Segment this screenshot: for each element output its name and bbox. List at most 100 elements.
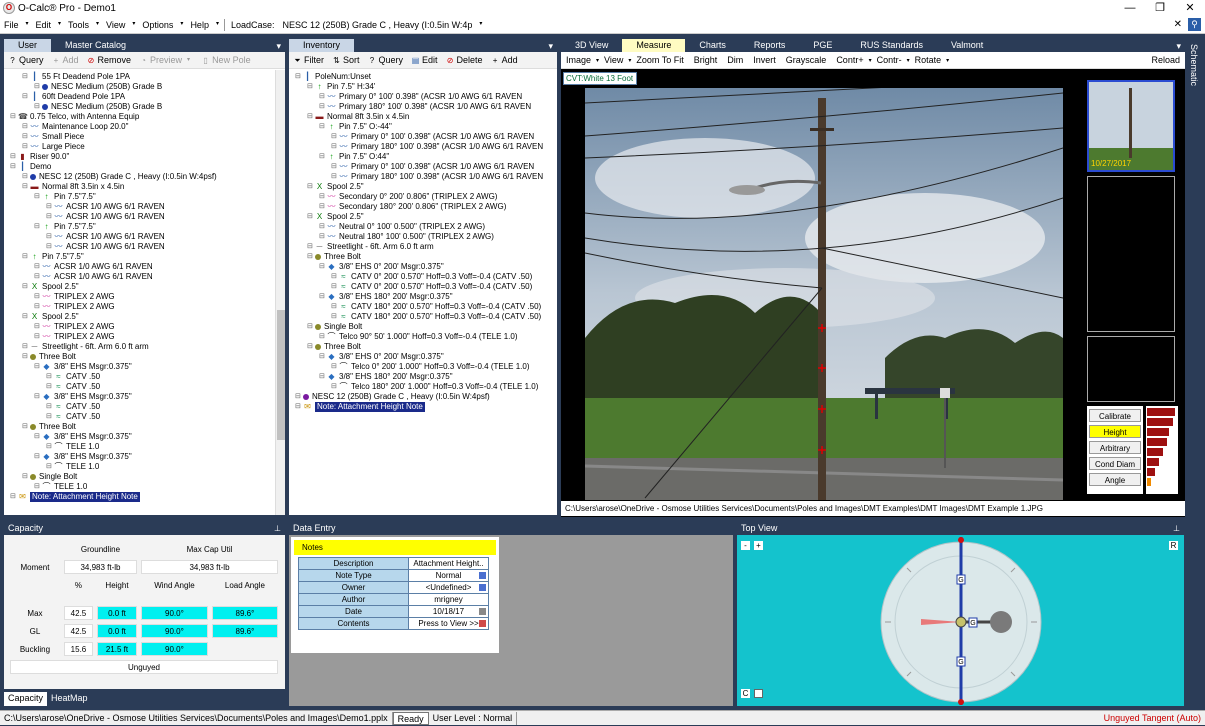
tree-node[interactable]: ⊟ ▬ Normal 8ft 3.5in x 4.5in — [4, 182, 274, 192]
collapse-toggle-icon[interactable]: ⊟ — [307, 212, 315, 222]
tree-node[interactable]: ⊟ ◆ 3/8" EHS Msgr:0.375" — [4, 452, 274, 462]
collapse-toggle-icon[interactable]: ⊟ — [10, 162, 18, 172]
collapse-toggle-icon[interactable]: ⊟ — [295, 392, 303, 402]
tree-node[interactable]: ⊟ 〰 TRIPLEX 2 AWG — [4, 332, 274, 342]
menu-view[interactable]: View — [102, 20, 129, 30]
maximize-button[interactable]: ❐ — [1145, 0, 1175, 16]
collapse-toggle-icon[interactable]: ⊟ — [34, 432, 42, 442]
tree-node[interactable]: ⊟ ▬ Normal 8ft 3.5in x 4.5in — [289, 112, 557, 122]
collapse-toggle-icon[interactable]: ⊟ — [22, 472, 30, 482]
collapse-toggle-icon[interactable]: ⊟ — [34, 482, 42, 492]
collapse-toggle-icon[interactable]: ⊟ — [319, 262, 327, 272]
collapse-toggle-icon[interactable]: ⊟ — [22, 252, 30, 262]
tree-node[interactable]: ⊟ 〰 ACSR 1/0 AWG 6/1 RAVEN — [4, 272, 274, 282]
tree-node[interactable]: ⊟ ◆ 3/8" EHS Msgr:0.375" — [4, 392, 274, 402]
collapse-toggle-icon[interactable]: ⊟ — [307, 112, 315, 122]
tree-node[interactable]: ⊟ ⌒ TELE 1.0 — [4, 462, 274, 472]
collapse-toggle-icon[interactable]: ⊟ — [331, 162, 339, 172]
c-button[interactable]: C — [741, 689, 750, 698]
tree-node[interactable]: ⊟ ≈ CATV .50 — [4, 412, 274, 422]
collapse-toggle-icon[interactable]: ⊟ — [34, 82, 42, 92]
tree-node[interactable]: ⊟ ≈ CATV .50 — [4, 372, 274, 382]
tree-node[interactable]: ⊟ ◆ 3/8" EHS 180° 200' Msgr:0.375" — [289, 372, 557, 382]
collapse-toggle-icon[interactable]: ⊟ — [22, 312, 30, 322]
collapse-toggle-icon[interactable]: ⊟ — [22, 122, 30, 132]
tree-node[interactable]: ⊟ 〰 Primary 0° 100' 0.398" (ACSR 1/0 AWG 6… — [289, 92, 557, 102]
tree-node[interactable]: ⊟ 〰 ACSR 1/0 AWG 6/1 RAVEN — [4, 262, 274, 272]
dropdown-icon[interactable] — [479, 572, 486, 579]
tree-node[interactable]: ⊟ NESC Medium (250B) Grade B — [4, 82, 274, 92]
dim-button[interactable]: Dim — [722, 55, 748, 65]
delete-button[interactable]: ⊘ Delete — [442, 55, 487, 65]
collapse-toggle-icon[interactable]: ⊟ — [34, 192, 42, 202]
collapse-toggle-icon[interactable]: ⊟ — [331, 362, 339, 372]
collapse-toggle-icon[interactable]: ⊟ — [331, 132, 339, 142]
tree-node[interactable]: ⊟ 〰 ACSR 1/0 AWG 6/1 RAVEN — [4, 212, 274, 222]
tree-node[interactable]: ⊟ ✉ Note: Attachment Height Note — [4, 492, 274, 502]
height-button[interactable]: Height — [1089, 425, 1141, 438]
tree-node[interactable]: ⊟ 〰 Neutral 180° 100' 0.500" (TRIPLEX 2 AW… — [289, 232, 557, 242]
tree-node[interactable]: ⊟ Single Bolt — [4, 472, 274, 482]
tree-node[interactable]: ⊟ 〰 TRIPLEX 2 AWG — [4, 292, 274, 302]
dropdown-icon[interactable] — [479, 584, 486, 591]
collapse-toggle-icon[interactable]: ⊟ — [22, 282, 30, 292]
tab-3d-view[interactable]: 3D View — [561, 39, 622, 52]
collapse-toggle-icon[interactable]: ⊟ — [34, 292, 42, 302]
collapse-toggle-icon[interactable]: ⊟ — [22, 132, 30, 142]
tree-node[interactable]: ⊟ 〰 ACSR 1/0 AWG 6/1 RAVEN — [4, 232, 274, 242]
collapse-toggle-icon[interactable]: ⊟ — [307, 182, 315, 192]
inventory-add-button[interactable]: + Add — [487, 55, 522, 65]
menu-edit[interactable]: Edit — [32, 20, 56, 30]
tab-master-catalog[interactable]: Master Catalog — [51, 39, 140, 52]
collapse-toggle-icon[interactable]: ⊟ — [295, 72, 303, 82]
tree-node[interactable]: ⊟ ↑ Pin 7.5" H:34' — [289, 82, 557, 92]
collapse-toggle-icon[interactable]: ⊟ — [307, 252, 315, 262]
schematic-side-tab[interactable]: Schematic — [1187, 38, 1201, 517]
collapse-toggle-icon[interactable]: ⊟ — [34, 322, 42, 332]
collapse-toggle-icon[interactable]: ⊟ — [331, 142, 339, 152]
tree-node[interactable]: ⊟ Three Bolt — [4, 422, 274, 432]
filter-button[interactable]: ⏷ Filter — [289, 55, 328, 65]
collapse-toggle-icon[interactable]: ⊟ — [46, 402, 54, 412]
contr--button[interactable]: Contr- — [872, 55, 907, 65]
tree-node[interactable]: ⊟ ◆ 3/8" EHS Msgr:0.375" — [4, 432, 274, 442]
notes-field-value[interactable]: mrigney — [434, 595, 462, 604]
collapse-toggle-icon[interactable]: ⊟ — [46, 412, 54, 422]
tree-node[interactable]: ⊟ ≈ CATV 180° 200' 0.570" Hoff=0.3 Voff=-0… — [289, 302, 557, 312]
tab-rus-standards[interactable]: RUS Standards — [846, 39, 937, 52]
collapse-toggle-icon[interactable]: ⊟ — [307, 342, 315, 352]
collapse-toggle-icon[interactable]: ⊟ — [307, 82, 315, 92]
panel-menu-icon[interactable]: ▾ — [544, 41, 557, 52]
tree-node[interactable]: ⊟ ↑ Pin 7.5" O:-44" — [289, 122, 557, 132]
thumbnail-slot-empty[interactable] — [1087, 176, 1175, 332]
tree-node[interactable]: ⊟ Single Bolt — [289, 322, 557, 332]
edit-button[interactable]: ▤ Edit — [407, 55, 442, 65]
angle-button[interactable]: Angle — [1089, 473, 1141, 486]
reset-button[interactable]: R — [1169, 541, 1178, 550]
collapse-toggle-icon[interactable]: ⊟ — [46, 242, 54, 252]
inventory-query-button[interactable]: ? Query — [364, 55, 408, 65]
tab-heatmap[interactable]: HeatMap — [47, 692, 92, 706]
tree-node[interactable]: ⊟ 〰 TRIPLEX 2 AWG — [4, 322, 274, 332]
tree-node[interactable]: ⊟ X Spool 2.5" — [4, 282, 274, 292]
tree-node[interactable]: ⊟ ✉ Note: Attachment Height Note — [289, 402, 557, 412]
tree-node[interactable]: ⊟ ⌒ TELE 1.0 — [4, 442, 274, 452]
collapse-toggle-icon[interactable]: ⊟ — [331, 172, 339, 182]
pole-photo[interactable] — [585, 88, 1063, 500]
tree-node[interactable]: ⊟ X Spool 2.5" — [4, 312, 274, 322]
tab-measure[interactable]: Measure — [622, 39, 686, 52]
collapse-toggle-icon[interactable]: ⊟ — [319, 372, 327, 382]
user-tree[interactable]: ⊟ ┃ 55 Ft Deadend Pole 1PA ⊟ NESC Medium (25… — [4, 70, 274, 515]
tree-node[interactable]: ⊟ Three Bolt — [4, 352, 274, 362]
tab-capacity[interactable]: Capacity — [4, 692, 48, 706]
collapse-toggle-icon[interactable]: ⊟ — [331, 312, 339, 322]
collapse-toggle-icon[interactable]: ⊟ — [46, 372, 54, 382]
collapse-toggle-icon[interactable]: ⊟ — [22, 342, 30, 352]
collapse-toggle-icon[interactable]: ⊟ — [319, 92, 327, 102]
collapse-toggle-icon[interactable]: ⊟ — [319, 232, 327, 242]
close-button[interactable]: ✕ — [1175, 0, 1205, 16]
collapse-toggle-icon[interactable]: ⊟ — [46, 442, 54, 452]
tree-node[interactable]: ⊟ ↑ Pin 7.5" O:44" — [289, 152, 557, 162]
tree-node[interactable]: ⊟ 〰 Primary 0° 100' 0.398" (ACSR 1/0 AWG 6… — [289, 162, 557, 172]
tab-user[interactable]: User — [4, 39, 52, 52]
